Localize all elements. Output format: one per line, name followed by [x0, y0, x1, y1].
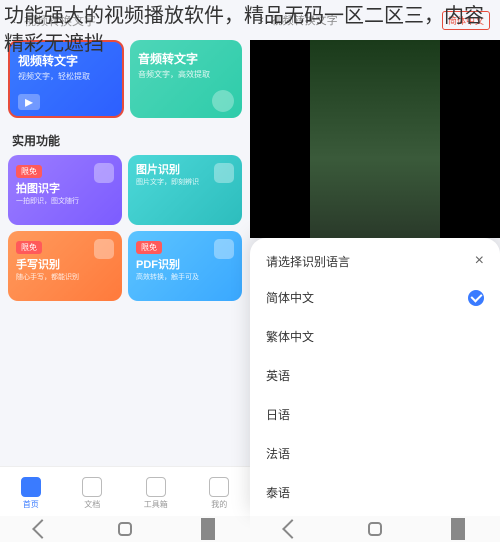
user-icon	[209, 477, 229, 497]
overlay-caption: 功能强大的视频播放软件，精品无码一区二区三，内容精彩无遮挡	[0, 0, 500, 60]
section-title: 实用功能	[0, 126, 250, 155]
video-frame	[310, 40, 440, 238]
doc-icon	[82, 477, 102, 497]
lang-option-ja[interactable]: 日语	[266, 395, 484, 434]
home-icon	[21, 477, 41, 497]
badge-free: 限免	[136, 241, 162, 254]
card-handwriting[interactable]: 限免 手写识别 随心手写，都能识别	[8, 231, 122, 301]
card-sub: 随心手写，都能识别	[16, 272, 114, 282]
lang-option-zh-tw[interactable]: 繁体中文	[266, 317, 484, 356]
phone-left: ‹ 视频转换文字 视频转文字 视频文字，轻松提取 ▸ 音频转文字 音频文字，高效…	[0, 0, 250, 542]
nav-me[interactable]: 我的	[209, 477, 229, 510]
card-sub: 图片文字，即刻辨识	[136, 177, 234, 187]
toolbox-icon	[146, 477, 166, 497]
lang-option-fr[interactable]: 法语	[266, 434, 484, 473]
card-image-ocr[interactable]: 图片识别 图片文字，即刻辨识	[128, 155, 242, 225]
badge-free: 限免	[16, 165, 42, 178]
check-icon	[468, 290, 484, 306]
close-icon[interactable]: ×	[475, 252, 484, 270]
card-camera-ocr[interactable]: 限免 拍图识字 一拍即识，图文随行	[8, 155, 122, 225]
language-sheet: 请选择识别语言 × 简体中文 繁体中文 英语 日语 法语 泰语	[250, 238, 500, 516]
system-nav	[250, 516, 500, 542]
camera-icon	[94, 163, 114, 183]
badge-free: 限免	[16, 241, 42, 254]
card-sub: 高效转换，触手可及	[136, 272, 234, 282]
lang-option-th[interactable]: 泰语	[266, 473, 484, 512]
sys-home-icon[interactable]	[368, 522, 382, 536]
sys-recent-icon[interactable]	[201, 522, 215, 536]
tab-sub: 视频文字，轻松提取	[18, 71, 114, 82]
system-nav	[0, 516, 250, 542]
play-icon: ▸	[18, 94, 40, 110]
sheet-title: 请选择识别语言	[266, 253, 350, 270]
tab-sub: 音频文字，高效提取	[138, 69, 234, 80]
card-pdf[interactable]: 限免 PDF识别 高效转换，触手可及	[128, 231, 242, 301]
card-sub: 一拍即识，图文随行	[16, 196, 114, 206]
nav-home[interactable]: 首页	[21, 477, 41, 510]
lang-option-en[interactable]: 英语	[266, 356, 484, 395]
bottom-nav: 首页 文档 工具箱 我的	[0, 466, 250, 516]
sys-home-icon[interactable]	[118, 522, 132, 536]
lang-option-zh-cn[interactable]: 简体中文	[266, 278, 484, 317]
video-preview	[250, 40, 500, 238]
pen-icon	[94, 239, 114, 259]
nav-docs[interactable]: 文档	[82, 477, 102, 510]
nav-tools[interactable]: 工具箱	[144, 477, 168, 510]
phone-right: ‹ 视频转换文字 简体中文 请选择识别语言 × 简体中文 繁体中文 英语 日语 …	[250, 0, 500, 542]
mic-icon	[212, 90, 234, 112]
sys-back-icon[interactable]	[32, 519, 52, 539]
sys-back-icon[interactable]	[282, 519, 302, 539]
pdf-icon	[214, 239, 234, 259]
sys-recent-icon[interactable]	[451, 522, 465, 536]
